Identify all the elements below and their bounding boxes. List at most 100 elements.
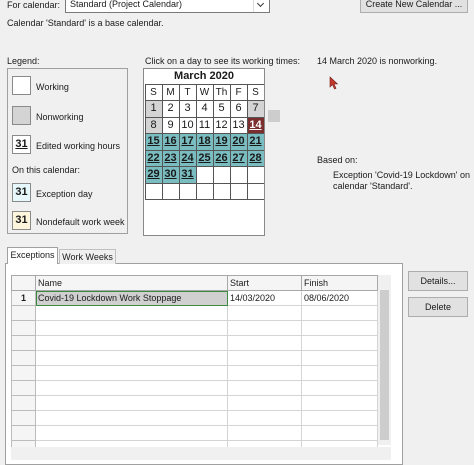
chevron-down-icon[interactable]: [253, 0, 269, 12]
empty-cell[interactable]: [227, 425, 302, 441]
delete-button[interactable]: Delete: [408, 297, 468, 317]
calendar-day-2[interactable]: 2: [161, 100, 180, 118]
empty-cell[interactable]: [301, 425, 378, 441]
name-column-header[interactable]: Name: [35, 275, 228, 291]
calendar-day-7[interactable]: 7: [246, 100, 264, 118]
empty-cell[interactable]: [35, 410, 228, 426]
calendar-day-16[interactable]: 16: [161, 133, 180, 151]
calendar-day-15[interactable]: 15: [144, 133, 163, 151]
calendar-select[interactable]: Standard (Project Calendar): [65, 0, 270, 13]
empty-cell[interactable]: [35, 380, 228, 396]
empty-cell[interactable]: [301, 395, 378, 411]
empty-cell[interactable]: [35, 395, 228, 411]
empty-cell[interactable]: [11, 395, 36, 411]
calendar-day-10[interactable]: 10: [178, 116, 197, 134]
empty-cell[interactable]: [227, 350, 302, 366]
empty-cell[interactable]: [301, 380, 378, 396]
table-row[interactable]: [11, 335, 378, 351]
empty-cell[interactable]: [35, 335, 228, 351]
row-number[interactable]: 1: [11, 290, 36, 306]
finish-column-header[interactable]: Finish: [301, 275, 378, 291]
empty-cell[interactable]: [11, 350, 36, 366]
empty-cell[interactable]: [301, 320, 378, 336]
month-calendar[interactable]: March 2020 S M T W Th F S 1 2 3 4 5 6 7 8 9 10 11 12 13 14 15…: [143, 68, 265, 236]
table-row[interactable]: 1 Covid-19 Lockdown Work Stoppage 14/03/20…: [11, 290, 378, 306]
table-scroll-thumb[interactable]: [380, 290, 389, 440]
calendar-day-5[interactable]: 5: [212, 100, 231, 118]
exceptions-table: Name Start Finish 1 Covid-19 Lockdown Wor…: [11, 275, 378, 456]
calendar-day-12[interactable]: 12: [212, 116, 231, 134]
table-row[interactable]: [11, 350, 378, 366]
calendar-day-4[interactable]: 4: [195, 100, 214, 118]
table-row[interactable]: [11, 320, 378, 336]
empty-cell[interactable]: [11, 365, 36, 381]
empty-cell[interactable]: [11, 320, 36, 336]
based-on-detail: Exception 'Covid-19 Lockdown' on calenda…: [333, 170, 471, 191]
tab-exceptions[interactable]: Exceptions: [7, 247, 58, 264]
table-row[interactable]: [11, 410, 378, 426]
empty-cell[interactable]: [11, 335, 36, 351]
empty-cell[interactable]: [35, 350, 228, 366]
exception-start-cell[interactable]: 14/03/2020: [227, 290, 302, 306]
calendar-day-25[interactable]: 25: [195, 149, 214, 167]
empty-cell[interactable]: [35, 320, 228, 336]
tab-work-weeks[interactable]: Work Weeks: [59, 249, 116, 264]
calendar-day-23[interactable]: 23: [161, 149, 180, 167]
table-horizontal-scrollbar[interactable]: [11, 447, 391, 460]
empty-cell[interactable]: [301, 335, 378, 351]
calendar-day-24[interactable]: 24: [178, 149, 197, 167]
working-swatch: [12, 76, 31, 95]
calendar-day-11[interactable]: 11: [195, 116, 214, 134]
calendar-scrollbar[interactable]: [268, 110, 280, 122]
exception-finish-cell[interactable]: 08/06/2020: [301, 290, 378, 306]
empty-cell[interactable]: [11, 410, 36, 426]
empty-cell[interactable]: [301, 365, 378, 381]
table-row[interactable]: [11, 365, 378, 381]
empty-cell[interactable]: [11, 305, 36, 321]
calendar-day-30[interactable]: 30: [161, 166, 180, 184]
calendar-day-28[interactable]: 28: [246, 149, 264, 167]
empty-cell[interactable]: [227, 410, 302, 426]
calendar-day-6[interactable]: 6: [229, 100, 248, 118]
calendar-day-22[interactable]: 22: [144, 149, 163, 167]
calendar-day-1[interactable]: 1: [144, 100, 163, 118]
calendar-day-18[interactable]: 18: [195, 133, 214, 151]
calendar-day-8[interactable]: 8: [144, 116, 163, 134]
empty-cell[interactable]: [11, 380, 36, 396]
calendar-day-27[interactable]: 27: [229, 149, 248, 167]
empty-cell[interactable]: [227, 320, 302, 336]
empty-cell[interactable]: [11, 425, 36, 441]
create-new-calendar-button[interactable]: Create New Calendar ...: [360, 0, 468, 13]
calendar-day-14[interactable]: 14: [246, 116, 264, 134]
empty-cell[interactable]: [35, 305, 228, 321]
exception-name-cell[interactable]: Covid-19 Lockdown Work Stoppage: [35, 290, 228, 306]
table-row[interactable]: [11, 305, 378, 321]
calendar-day-9[interactable]: 9: [161, 116, 180, 134]
empty-cell[interactable]: [35, 425, 228, 441]
calendar-day-26[interactable]: 26: [212, 149, 231, 167]
empty-cell[interactable]: [227, 380, 302, 396]
empty-cell[interactable]: [227, 305, 302, 321]
table-row[interactable]: [11, 380, 378, 396]
empty-cell[interactable]: [227, 395, 302, 411]
calendar-day-13[interactable]: 13: [229, 116, 248, 134]
calendar-day-3[interactable]: 3: [178, 100, 197, 118]
calendar-day-21[interactable]: 21: [246, 133, 264, 151]
calendar-empty-cell: [229, 182, 248, 200]
empty-cell[interactable]: [227, 335, 302, 351]
calendar-day-20[interactable]: 20: [229, 133, 248, 151]
table-row[interactable]: [11, 425, 378, 441]
empty-cell[interactable]: [227, 365, 302, 381]
calendar-day-17[interactable]: 17: [178, 133, 197, 151]
calendar-empty-cell: [144, 182, 163, 200]
table-row[interactable]: [11, 395, 378, 411]
empty-cell[interactable]: [301, 410, 378, 426]
empty-cell[interactable]: [35, 365, 228, 381]
calendar-day-29[interactable]: 29: [144, 166, 163, 184]
calendar-day-31[interactable]: 31: [178, 166, 197, 184]
empty-cell[interactable]: [301, 350, 378, 366]
calendar-day-19[interactable]: 19: [212, 133, 231, 151]
start-column-header[interactable]: Start: [227, 275, 302, 291]
empty-cell[interactable]: [301, 305, 378, 321]
details-button[interactable]: Details...: [408, 271, 468, 291]
